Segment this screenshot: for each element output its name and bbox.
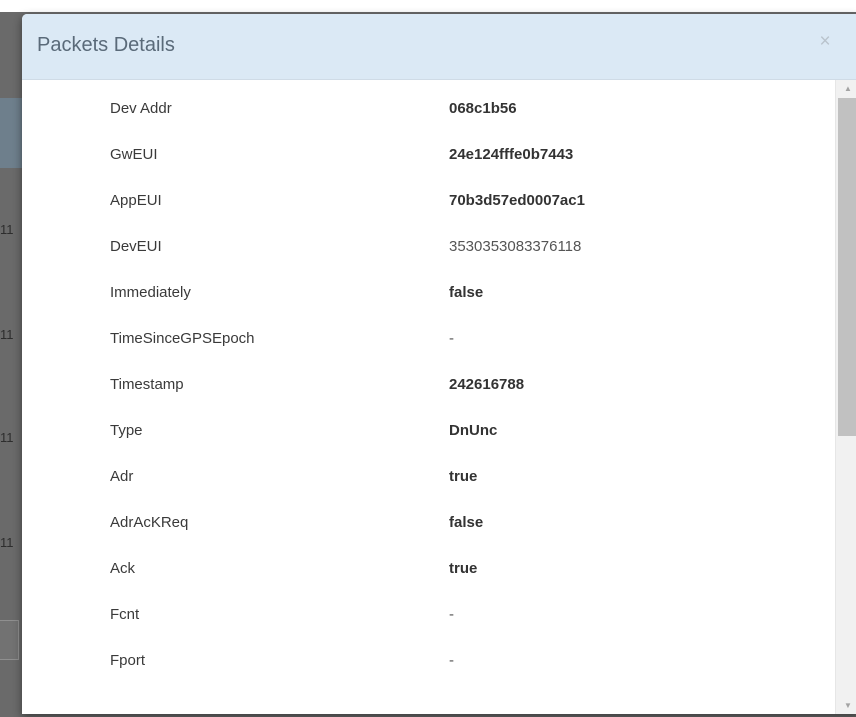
detail-value: 068c1b56: [449, 100, 517, 117]
detail-label: Timestamp: [110, 376, 184, 393]
backdrop-dropdown-stub: [0, 620, 19, 660]
detail-row: AdrAcKReq false: [22, 500, 835, 546]
backdrop-text-stub: 11: [0, 430, 14, 445]
page-top-strip: [0, 0, 856, 12]
detail-value: DnUnc: [449, 422, 498, 439]
detail-value: -: [449, 330, 454, 347]
detail-value: true: [449, 468, 478, 485]
scroll-up-arrow-icon[interactable]: ▲: [836, 80, 856, 97]
detail-value: -: [449, 652, 454, 669]
detail-value: 3530353083376118: [449, 238, 582, 255]
backdrop-text-stub: 11: [0, 327, 14, 342]
detail-label: AppEUI: [110, 192, 162, 209]
modal-title: Packets Details: [37, 34, 175, 56]
detail-label: Immediately: [110, 284, 191, 301]
scroll-down-arrow-icon[interactable]: ▼: [836, 697, 856, 714]
packet-details-modal: Packets Details × Dev Addr 068c1b56 GwEU…: [22, 14, 856, 714]
scroll-thumb[interactable]: [838, 98, 856, 436]
detail-row: Fport -: [22, 638, 835, 684]
detail-value: false: [449, 514, 484, 531]
detail-row: AppEUI 70b3d57ed0007ac1: [22, 178, 835, 224]
detail-label: Adr: [110, 468, 134, 485]
detail-row: GwEUI 24e124fffe0b7443: [22, 132, 835, 178]
detail-value: 70b3d57ed0007ac1: [449, 192, 585, 209]
detail-row: Timestamp 242616788: [22, 362, 835, 408]
detail-value: -: [449, 606, 454, 623]
detail-label: Dev Addr: [110, 100, 172, 117]
detail-row: TimeSinceGPSEpoch -: [22, 316, 835, 362]
detail-label: Fport: [110, 652, 146, 669]
detail-row: Type DnUnc: [22, 408, 835, 454]
modal-body: Dev Addr 068c1b56 GwEUI 24e124fffe0b7443…: [22, 80, 835, 714]
detail-label: GwEUI: [110, 146, 158, 163]
detail-label: Ack: [110, 560, 136, 577]
detail-label: TimeSinceGPSEpoch: [110, 330, 255, 347]
detail-label: DevEUI: [110, 238, 162, 255]
backdrop-text-stub: 11: [0, 222, 14, 237]
detail-label: Fcnt: [110, 606, 140, 623]
detail-row: Fcnt -: [22, 592, 835, 638]
detail-value: 242616788: [449, 376, 525, 393]
detail-row: Immediately false: [22, 270, 835, 316]
detail-label: AdrAcKReq: [110, 514, 189, 531]
detail-value: 24e124fffe0b7443: [449, 146, 574, 163]
close-icon[interactable]: ×: [817, 32, 833, 52]
detail-label: Type: [110, 422, 143, 439]
detail-row: DevEUI 3530353083376118: [22, 224, 835, 270]
detail-value: true: [449, 560, 478, 577]
detail-row: Dev Addr 068c1b56: [22, 86, 835, 132]
backdrop-text-stub: 11: [0, 535, 14, 550]
detail-row: Adr true: [22, 454, 835, 500]
detail-value: false: [449, 284, 484, 301]
detail-row: Ack true: [22, 546, 835, 592]
modal-header: Packets Details ×: [22, 14, 856, 80]
vertical-scrollbar[interactable]: ▲ ▼: [835, 80, 856, 714]
